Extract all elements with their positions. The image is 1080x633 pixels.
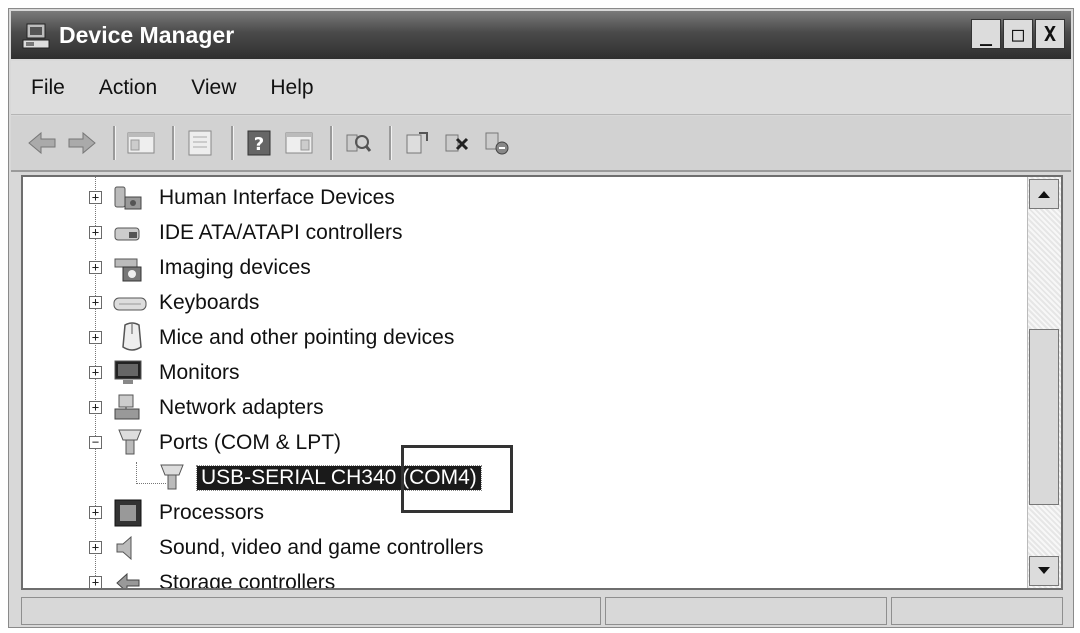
ide-controller-icon bbox=[113, 218, 143, 248]
tree-item-label: Monitors bbox=[159, 361, 240, 384]
minimize-button[interactable]: _ bbox=[971, 19, 1001, 49]
expand-icon[interactable]: + bbox=[89, 401, 102, 414]
tree-item-sound-video-game-controllers[interactable]: + Sound, video and game controllers bbox=[23, 531, 1023, 565]
tree-item-processors[interactable]: + Processors bbox=[23, 496, 1023, 530]
expand-icon[interactable]: + bbox=[89, 541, 102, 554]
scrollbar-thumb[interactable] bbox=[1029, 329, 1059, 505]
expand-icon[interactable]: + bbox=[89, 296, 102, 309]
maximize-button[interactable]: □ bbox=[1003, 19, 1033, 49]
device-manager-window: Device Manager _ □ X File Action View He… bbox=[8, 8, 1074, 628]
expand-icon[interactable]: + bbox=[89, 261, 102, 274]
menu-help[interactable]: Help bbox=[270, 76, 313, 100]
back-icon[interactable] bbox=[25, 126, 59, 160]
expand-icon[interactable]: + bbox=[89, 226, 102, 239]
port-icon bbox=[115, 426, 145, 456]
storage-controller-icon bbox=[113, 568, 143, 588]
toolbar-separator bbox=[113, 126, 116, 160]
scroll-down-button[interactable] bbox=[1029, 556, 1059, 586]
status-bar bbox=[21, 597, 1063, 625]
title-bar[interactable]: Device Manager _ □ X bbox=[11, 11, 1071, 59]
tree-item-label: Network adapters bbox=[159, 396, 324, 419]
tree-item-imaging-devices[interactable]: + Imaging devices bbox=[23, 251, 1023, 285]
window-title: Device Manager bbox=[59, 22, 235, 48]
show-hide-action-pane-icon[interactable] bbox=[282, 126, 316, 160]
network-adapter-icon bbox=[113, 393, 143, 423]
expand-icon[interactable]: + bbox=[89, 366, 102, 379]
tree-item-label: Imaging devices bbox=[159, 256, 311, 279]
expand-icon[interactable]: + bbox=[89, 331, 102, 344]
scroll-up-button[interactable] bbox=[1029, 179, 1059, 209]
menu-bar: File Action View Help bbox=[11, 61, 1071, 115]
collapse-icon[interactable]: − bbox=[89, 436, 102, 449]
scan-hardware-icon[interactable] bbox=[341, 126, 375, 160]
tree-item-storage-controllers[interactable]: + Storage controllers bbox=[23, 566, 1023, 590]
tree-item-label: Keyboards bbox=[159, 291, 260, 314]
toolbar-separator bbox=[389, 126, 392, 160]
help-icon[interactable]: ? bbox=[242, 126, 276, 160]
tree-item-label: Storage controllers bbox=[159, 571, 336, 590]
expand-icon[interactable]: + bbox=[89, 506, 102, 519]
forward-icon[interactable] bbox=[65, 126, 99, 160]
expand-icon[interactable]: + bbox=[89, 191, 102, 204]
hid-icon bbox=[113, 183, 143, 213]
tree-item-label: Sound, video and game controllers bbox=[159, 536, 484, 559]
svg-text:?: ? bbox=[254, 134, 264, 155]
menu-view[interactable]: View bbox=[191, 76, 236, 100]
device-manager-icon bbox=[21, 21, 51, 51]
processor-icon bbox=[113, 498, 143, 528]
expand-icon[interactable]: + bbox=[89, 576, 102, 588]
tree-item-label: Ports (COM & LPT) bbox=[159, 431, 342, 454]
arrow-up-icon bbox=[1038, 191, 1050, 198]
status-pane bbox=[605, 597, 887, 625]
tree-item-mice-and-other-pointing-devices[interactable]: + Mice and other pointing devices bbox=[23, 321, 1023, 355]
update-driver-icon[interactable] bbox=[400, 126, 434, 160]
monitor-icon bbox=[113, 358, 143, 388]
window-controls: _ □ X bbox=[971, 19, 1065, 51]
tree-item-label: Processors bbox=[159, 501, 265, 524]
tree-item-network-adapters[interactable]: + Network adapters bbox=[23, 391, 1023, 425]
tree-item-human-interface-devices[interactable]: + Human Interface Devices bbox=[23, 181, 1023, 215]
toolbar-separator bbox=[330, 126, 333, 160]
keyboard-icon bbox=[113, 288, 147, 318]
serial-port-icon bbox=[157, 461, 187, 491]
tree-item-keyboards[interactable]: + Keyboards bbox=[23, 286, 1023, 320]
status-pane bbox=[21, 597, 601, 625]
close-button[interactable]: X bbox=[1035, 19, 1065, 49]
tree-item-label: IDE ATA/ATAPI controllers bbox=[159, 221, 403, 244]
status-pane bbox=[891, 597, 1063, 625]
imaging-device-icon bbox=[113, 253, 143, 283]
toolbar-separator bbox=[172, 126, 175, 160]
tree-item-ide-ata-atapi-controllers[interactable]: + IDE ATA/ATAPI controllers bbox=[23, 216, 1023, 250]
device-tree[interactable]: + Human Interface Devices + IDE ATA/ATAP… bbox=[21, 175, 1063, 590]
uninstall-device-icon[interactable] bbox=[480, 126, 514, 160]
show-hide-console-tree-icon[interactable] bbox=[124, 126, 158, 160]
mouse-icon bbox=[117, 321, 147, 351]
tree-item-ports-com-lpt[interactable]: − Ports (COM & LPT) bbox=[23, 426, 1023, 460]
disable-device-icon[interactable] bbox=[440, 126, 474, 160]
sound-icon bbox=[113, 533, 143, 563]
vertical-scrollbar[interactable] bbox=[1027, 177, 1061, 588]
toolbar: ? bbox=[11, 116, 1071, 172]
tree-item-monitors[interactable]: + Monitors bbox=[23, 356, 1023, 390]
toolbar-separator bbox=[231, 126, 234, 160]
tree-item-usb-serial-ch340[interactable]: USB-SERIAL CH340 (COM4) bbox=[23, 461, 1023, 495]
tree-item-label: Mice and other pointing devices bbox=[159, 326, 455, 349]
properties-icon[interactable] bbox=[183, 126, 217, 160]
menu-file[interactable]: File bbox=[31, 76, 65, 100]
selected-device-label: USB-SERIAL CH340 (COM4) bbox=[196, 465, 482, 491]
tree-item-label: Human Interface Devices bbox=[159, 186, 395, 209]
menu-action[interactable]: Action bbox=[99, 76, 157, 100]
arrow-down-icon bbox=[1038, 567, 1050, 574]
